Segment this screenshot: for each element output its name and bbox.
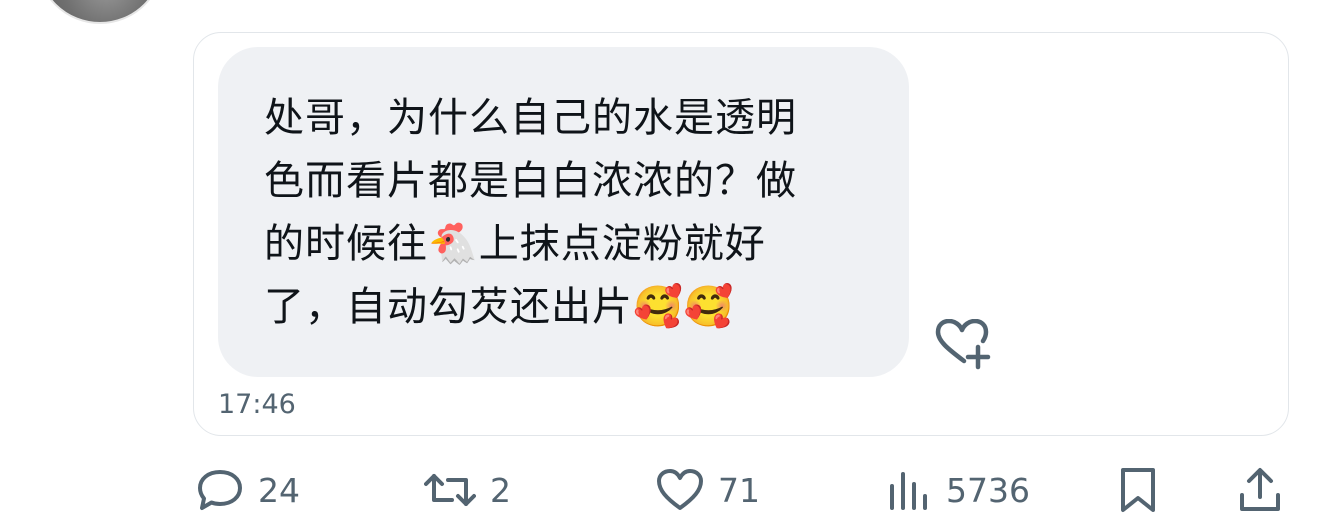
share-upload-icon [1238, 467, 1282, 513]
reply-count: 24 [258, 470, 300, 510]
views-button[interactable]: 5736 [886, 466, 1030, 514]
heart-plus-icon [934, 319, 994, 371]
bookmark-button[interactable] [1118, 466, 1158, 514]
action-bar: 24 2 71 5736 [0, 458, 1320, 522]
speech-bubble-icon [196, 468, 244, 512]
bookmark-icon [1118, 467, 1158, 513]
heart-icon [656, 468, 704, 512]
message-text: 处哥，为什么自己的水是透明 色而看片都是白白浓浓的？做 的时候往🐔上抹点淀粉就好… [264, 95, 797, 330]
view-count: 5736 [946, 470, 1030, 510]
bar-chart-icon [886, 468, 932, 512]
like-count: 71 [718, 470, 760, 510]
message-card: 处哥，为什么自己的水是透明 色而看片都是白白浓浓的？做 的时候往🐔上抹点淀粉就好… [193, 32, 1289, 436]
message-bubble: 处哥，为什么自己的水是透明 色而看片都是白白浓浓的？做 的时候往🐔上抹点淀粉就好… [218, 47, 909, 377]
message-timestamp: 17:46 [218, 389, 296, 420]
retweet-arrows-icon [424, 468, 476, 512]
share-button[interactable] [1238, 466, 1282, 514]
avatar[interactable] [36, 0, 164, 24]
like-button[interactable]: 71 [656, 466, 760, 514]
reply-button[interactable]: 24 [196, 466, 300, 514]
retweet-count: 2 [490, 470, 511, 510]
retweet-button[interactable]: 2 [424, 466, 511, 514]
add-reaction-button[interactable] [934, 319, 994, 371]
